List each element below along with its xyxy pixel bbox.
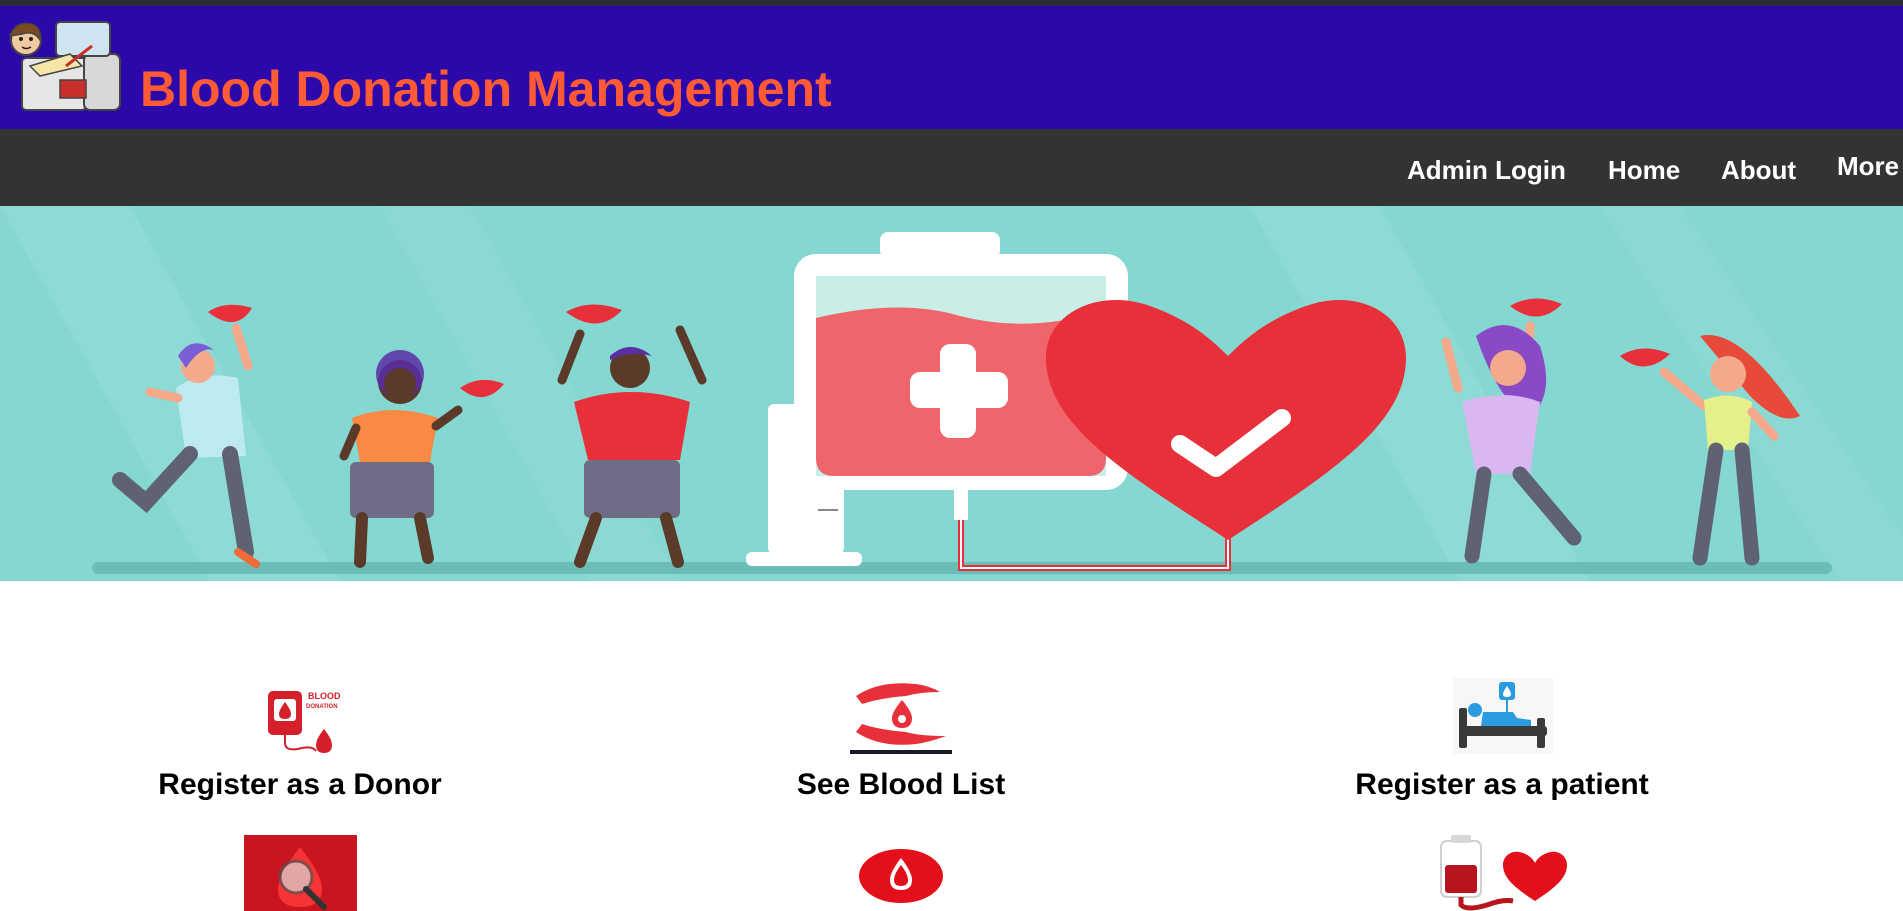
donation-text: DONATION	[306, 704, 338, 710]
hero-banner	[0, 206, 1903, 581]
hero-illustration	[0, 206, 1903, 581]
blood-text: BLOOD	[308, 691, 341, 701]
person-2-icon	[339, 350, 504, 568]
blood-drop-badge-icon[interactable]	[858, 848, 944, 904]
heart-check-icon	[1046, 300, 1406, 540]
nav-home[interactable]: Home	[1608, 155, 1680, 186]
register-patient-link[interactable]: Register as a patient	[1355, 768, 1648, 802]
blood-donation-bag-icon[interactable]: BLOOD DONATION	[264, 685, 346, 757]
blood-search-icon[interactable]	[244, 835, 357, 911]
nav-admin-login[interactable]: Admin Login	[1407, 155, 1566, 186]
nav-more[interactable]: More	[1837, 151, 1899, 182]
logo-icon	[8, 21, 121, 111]
blood-hands-icon[interactable]	[850, 678, 952, 754]
patient-bed-icon[interactable]	[1453, 678, 1553, 754]
main-navbar: Admin Login Home About More	[0, 129, 1903, 206]
blood-bag-heart-icon[interactable]	[1437, 835, 1567, 911]
register-donor-link[interactable]: Register as a Donor	[158, 768, 441, 802]
site-header: Blood Donation Management	[0, 6, 1903, 129]
nav-about[interactable]: About	[1721, 155, 1796, 186]
see-blood-list-link[interactable]: See Blood List	[797, 768, 1005, 802]
site-title: Blood Donation Management	[140, 61, 832, 117]
